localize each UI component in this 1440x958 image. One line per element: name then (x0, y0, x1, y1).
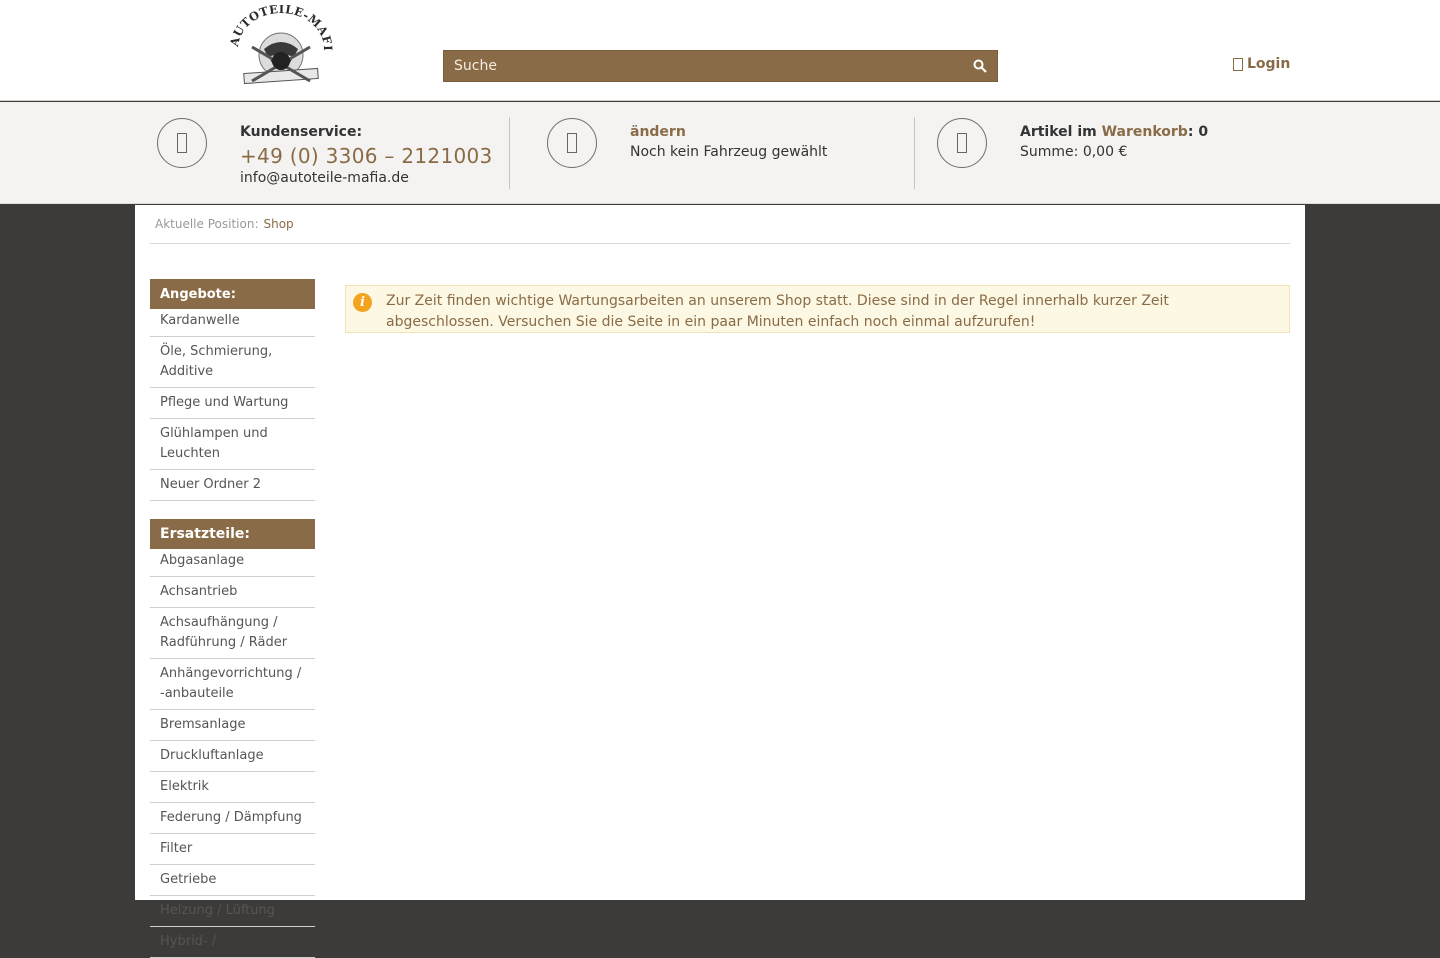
sidebar-item[interactable]: Achsaufhängung / Radführung / Räder (150, 608, 315, 659)
sidebar-item[interactable]: Neuer Ordner 2 (150, 470, 315, 501)
breadcrumb: Aktuelle Position: Shop (155, 217, 294, 231)
sidebar-item[interactable]: Getriebe (150, 865, 315, 896)
service-title: Kundenservice: (240, 124, 363, 140)
cart-sum: Summe: 0,00 € (1020, 144, 1128, 160)
cart-title: Artikel im Warenkorb: 0 (1020, 124, 1208, 140)
maintenance-notice: i Zur Zeit finden wichtige Wartungsarbei… (345, 285, 1290, 333)
cart-link[interactable]: Warenkorb (1102, 124, 1188, 140)
notice-text: Zur Zeit finden wichtige Wartungsarbeite… (386, 293, 1169, 330)
sidebar-item[interactable]: Pflege und Wartung (150, 388, 315, 419)
phone-icon (157, 118, 207, 168)
breadcrumb-shop[interactable]: Shop (263, 217, 293, 231)
info-bar: Kundenservice: +49 (0) 3306 – 2121003 in… (0, 102, 1440, 204)
vehicle-status: Noch kein Fahrzeug gewählt (630, 144, 828, 160)
breadcrumb-label: Aktuelle Position: (155, 217, 259, 231)
search-button[interactable] (963, 51, 997, 81)
cart-prefix: Artikel im (1020, 124, 1102, 140)
car-icon (547, 118, 597, 168)
customer-service: Kundenservice: +49 (0) 3306 – 2121003 in… (157, 118, 497, 190)
service-phone[interactable]: +49 (0) 3306 – 2121003 (240, 144, 493, 168)
sidebar-item[interactable]: Federung / Dämpfung (150, 803, 315, 834)
sidebar-item[interactable]: Achsantrieb (150, 577, 315, 608)
search-icon (973, 59, 987, 73)
sidebar-item[interactable]: Heizung / Lüftung (150, 896, 315, 927)
sidebar-item[interactable]: Hybrid- / (150, 927, 315, 958)
cart-count: : 0 (1187, 124, 1209, 140)
sidebar-item[interactable]: Öle, Schmierung, Additive (150, 337, 315, 388)
cart-icon (937, 118, 987, 168)
parts-title: Ersatzteile: (150, 519, 315, 549)
login-label: Login (1247, 56, 1291, 72)
sidebar-item[interactable]: Bremsanlage (150, 710, 315, 741)
sidebar-item[interactable]: Druckluftanlage (150, 741, 315, 772)
change-vehicle-link[interactable]: ändern (630, 124, 827, 140)
offers-menu: Angebote: Kardanwelle Öle, Schmierung, A… (150, 279, 315, 501)
sidebar-item[interactable]: Glühlampen und Leuchten (150, 419, 315, 470)
sidebar-item[interactable]: Filter (150, 834, 315, 865)
main-content: Aktuelle Position: Shop Angebote: Kardanw… (135, 205, 1305, 958)
sidebar-item[interactable]: Kardanwelle (150, 309, 315, 337)
vehicle-selector: ändern Noch kein Fahrzeug gewählt (547, 118, 887, 190)
search-input[interactable] (444, 51, 964, 81)
divider (914, 117, 915, 189)
parts-menu: Ersatzteile: Abgasanlage Achsantrieb Ach… (150, 519, 315, 958)
logo[interactable]: AUTOTEILE-MAFIA (222, 0, 335, 93)
breadcrumb-divider (150, 243, 1290, 244)
offers-title: Angebote: (150, 279, 315, 309)
cart-summary: Artikel im Warenkorb: 0 Summe: 0,00 € (937, 118, 1277, 190)
sidebar-item[interactable]: Abgasanlage (150, 549, 315, 577)
info-icon: i (353, 293, 372, 312)
divider (509, 117, 510, 189)
service-email[interactable]: info@autoteile-mafia.de (240, 170, 493, 186)
sidebar-item[interactable]: Elektrik (150, 772, 315, 803)
sidebar-item[interactable]: Anhängevorrichtung / -anbauteile (150, 659, 315, 710)
lock-icon (1233, 57, 1243, 71)
site-header: AUTOTEILE-MAFIA Login (0, 0, 1440, 101)
search-bar (443, 50, 998, 82)
login-link[interactable]: Login (1233, 56, 1290, 72)
